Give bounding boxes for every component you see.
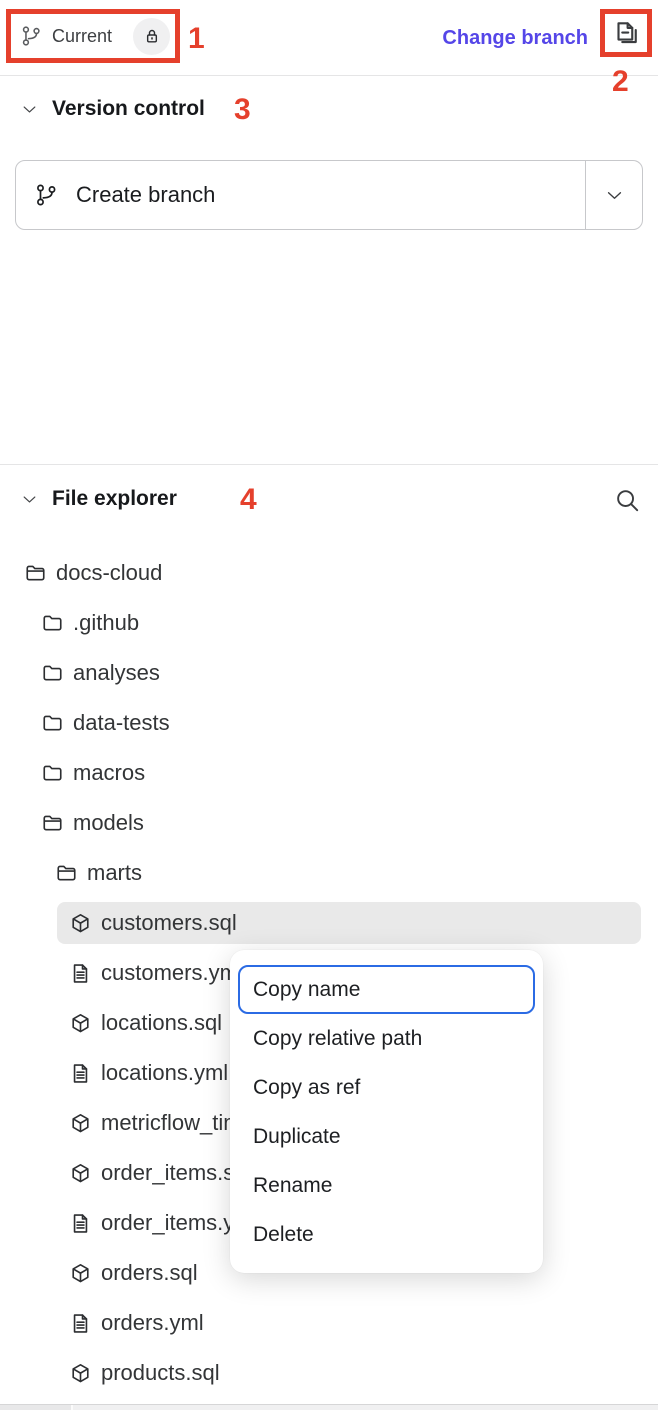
tree-item-label: models <box>73 810 144 836</box>
folder-icon <box>41 612 64 635</box>
tree-item-label: marts <box>87 860 142 886</box>
bottom-edge-right-segment <box>73 1405 658 1410</box>
create-branch-dropdown-button[interactable] <box>586 161 642 229</box>
model-icon <box>69 1012 92 1035</box>
chevron-down-icon <box>21 491 38 508</box>
file-icon <box>69 1212 92 1235</box>
tree-item-label: .github <box>73 610 139 636</box>
bottom-edge-left-segment <box>0 1405 71 1410</box>
tree-item-marts[interactable]: marts <box>0 848 658 898</box>
folder-open-icon <box>24 562 47 585</box>
file-explorer-header[interactable]: File explorer <box>0 474 658 524</box>
section-divider <box>0 464 658 465</box>
search-icon <box>614 487 641 514</box>
folder-icon <box>41 712 64 735</box>
create-branch-split-button: Create branch <box>15 160 643 230</box>
model-icon <box>69 912 92 935</box>
tree-item--github[interactable]: .github <box>0 598 658 648</box>
file-explorer-title: File explorer <box>52 487 177 511</box>
bottom-panel-edge <box>0 1404 658 1410</box>
menu-item-copy-relative-path[interactable]: Copy relative path <box>238 1014 535 1063</box>
tree-item-label: products.sql <box>101 1360 220 1386</box>
tree-item-models[interactable]: models <box>0 798 658 848</box>
file-search-button[interactable] <box>612 485 642 515</box>
folder-open-icon <box>41 812 64 835</box>
branch-lock-badge <box>133 18 170 55</box>
chevron-down-icon <box>21 101 38 118</box>
branch-toolbar: Current 1 Change branch 2 <box>0 0 658 76</box>
menu-item-copy-as-ref[interactable]: Copy as ref <box>238 1063 535 1112</box>
tree-item-orders-yml[interactable]: orders.yml <box>0 1298 658 1348</box>
git-branch-icon <box>20 25 42 47</box>
annotation-box-2 <box>600 9 652 57</box>
tree-item-docs-cloud[interactable]: docs-cloud <box>0 548 658 598</box>
annotation-box-1: Current <box>6 9 180 63</box>
model-icon <box>69 1262 92 1285</box>
tree-item-label: locations.yml <box>101 1060 228 1086</box>
create-branch-label: Create branch <box>76 182 215 208</box>
annotation-number-3: 3 <box>234 95 251 125</box>
model-icon <box>69 1162 92 1185</box>
model-icon <box>69 1362 92 1385</box>
version-control-header[interactable]: Version control <box>0 84 658 134</box>
tree-item-label: macros <box>73 760 145 786</box>
tree-item-label: orders.yml <box>101 1310 204 1336</box>
annotation-number-4: 4 <box>240 485 257 515</box>
tree-item-label: locations.sql <box>101 1010 222 1036</box>
version-control-title: Version control <box>52 97 205 121</box>
folder-icon <box>41 662 64 685</box>
chevron-down-icon <box>605 186 624 205</box>
tree-item-label: orders.sql <box>101 1260 198 1286</box>
file-icon <box>69 962 92 985</box>
change-branch-link[interactable]: Change branch <box>442 0 588 76</box>
tree-item-label: analyses <box>73 660 160 686</box>
menu-item-duplicate[interactable]: Duplicate <box>238 1112 535 1161</box>
tree-item-label: order_items.sql <box>101 1160 251 1186</box>
folder-open-icon <box>55 862 78 885</box>
file-context-menu: Copy nameCopy relative pathCopy as refDu… <box>230 950 543 1273</box>
model-icon <box>69 1112 92 1135</box>
tree-item-label: docs-cloud <box>56 560 162 586</box>
annotation-number-1: 1 <box>188 24 205 54</box>
duplicate-copy-icon <box>611 18 641 48</box>
menu-item-delete[interactable]: Delete <box>238 1210 535 1259</box>
tree-item-label: customers.sql <box>101 910 237 936</box>
ide-sidebar: Current 1 Change branch 2 Version contro… <box>0 0 658 1410</box>
menu-item-rename[interactable]: Rename <box>238 1161 535 1210</box>
tree-item-analyses[interactable]: analyses <box>0 648 658 698</box>
tree-item-data-tests[interactable]: data-tests <box>0 698 658 748</box>
tree-item-label: customers.yml <box>101 960 243 986</box>
file-icon <box>69 1312 92 1335</box>
folder-icon <box>41 762 64 785</box>
git-branch-icon <box>34 183 58 207</box>
current-branch-button[interactable]: Current <box>11 18 175 55</box>
tree-item-customers-sql[interactable]: customers.sql <box>0 898 658 948</box>
current-branch-label: Current <box>52 26 112 47</box>
create-branch-button[interactable]: Create branch <box>16 161 585 229</box>
copy-branch-name-button[interactable] <box>611 18 641 48</box>
tree-item-macros[interactable]: macros <box>0 748 658 798</box>
tree-item-label: data-tests <box>73 710 170 736</box>
menu-item-copy-name[interactable]: Copy name <box>238 965 535 1014</box>
file-icon <box>69 1062 92 1085</box>
tree-item-products-sql[interactable]: products.sql <box>0 1348 658 1398</box>
lock-icon <box>142 26 162 46</box>
